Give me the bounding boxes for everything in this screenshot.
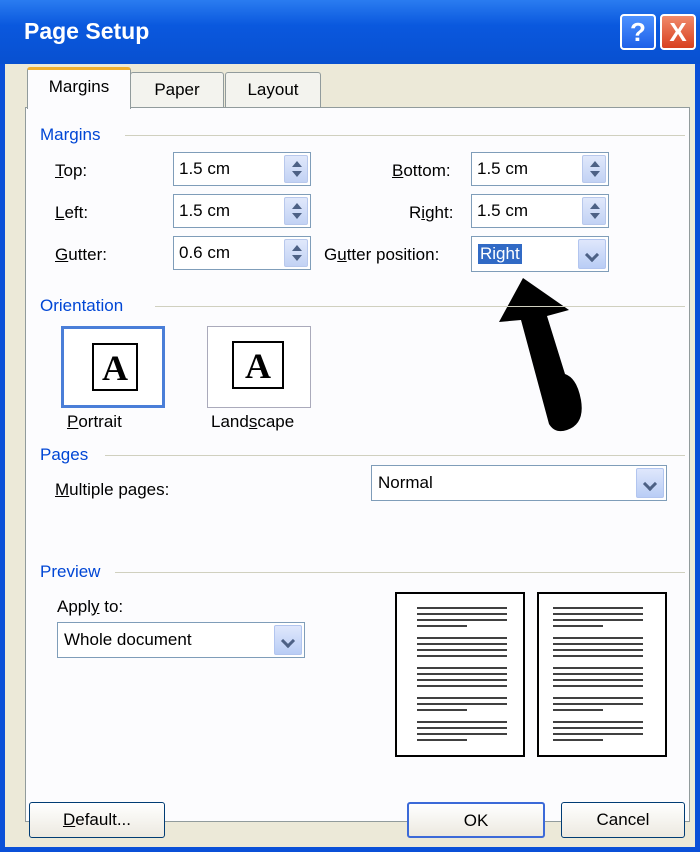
preview-text-lines <box>553 607 643 741</box>
ok-button[interactable]: OK <box>407 802 545 838</box>
gutter-position-value[interactable]: Right <box>478 244 522 264</box>
pages-heading: Pages <box>40 445 89 464</box>
spin-arrows-icon[interactable] <box>582 197 606 225</box>
margins-heading: Margins <box>40 125 101 144</box>
apply-to-label: Apply to: <box>57 597 124 616</box>
portrait-label: Portrait <box>67 412 122 431</box>
right-margin-value[interactable]: 1.5 cm <box>477 201 528 221</box>
multiple-pages-label: Multiple pages: <box>55 480 170 499</box>
help-icon[interactable]: ? <box>620 14 656 50</box>
orientation-heading: Orientation <box>40 296 124 315</box>
preview-page-left <box>395 592 525 757</box>
chevron-down-icon[interactable] <box>578 239 606 269</box>
multiple-pages-dropdown[interactable]: Normal <box>371 465 667 501</box>
divider <box>105 455 685 456</box>
divider <box>125 135 685 136</box>
gutter-position-dropdown[interactable]: Right <box>471 236 609 272</box>
tab-paper[interactable]: Paper <box>130 72 224 108</box>
landscape-option[interactable]: A <box>207 326 311 408</box>
title-bar[interactable]: Page Setup ? X <box>0 0 700 64</box>
pointer-arrow-annotation <box>499 278 582 432</box>
top-label: Top: <box>55 161 88 180</box>
apply-to-dropdown[interactable]: Whole document <box>57 622 305 658</box>
chevron-down-icon[interactable] <box>636 468 664 498</box>
apply-to-value[interactable]: Whole document <box>64 630 192 650</box>
cancel-button[interactable]: Cancel <box>561 802 685 838</box>
preview-heading: Preview <box>40 562 101 581</box>
left-margin-value[interactable]: 1.5 cm <box>179 201 230 221</box>
portrait-option[interactable]: A <box>61 326 165 408</box>
default-button[interactable]: Default... <box>29 802 165 838</box>
tab-layout[interactable]: Layout <box>225 72 321 108</box>
right-margin-spinner[interactable]: 1.5 cm <box>471 194 609 228</box>
chevron-down-icon[interactable] <box>274 625 302 655</box>
left-margin-spinner[interactable]: 1.5 cm <box>173 194 311 228</box>
dialog-body: Margins Paper Layout Margins Top: 1.5 cm… <box>5 64 695 847</box>
close-icon[interactable]: X <box>660 14 696 50</box>
gutter-label: Gutter: <box>55 245 107 264</box>
gutter-value[interactable]: 0.6 cm <box>179 243 230 263</box>
preview-text-lines <box>417 607 507 741</box>
spin-arrows-icon[interactable] <box>284 197 308 225</box>
top-margin-value[interactable]: 1.5 cm <box>179 159 230 179</box>
window-title: Page Setup <box>24 18 150 44</box>
tab-margins[interactable]: Margins <box>27 67 131 109</box>
gutter-spinner[interactable]: 0.6 cm <box>173 236 311 270</box>
multiple-pages-value[interactable]: Normal <box>378 473 433 493</box>
preview-page-right <box>537 592 667 757</box>
gutter-position-label: Gutter position: <box>324 245 440 264</box>
divider <box>115 572 685 573</box>
portrait-page-icon: A <box>92 343 138 391</box>
divider <box>155 306 685 307</box>
spin-arrows-icon[interactable] <box>582 155 606 183</box>
bottom-margin-value[interactable]: 1.5 cm <box>477 159 528 179</box>
landscape-label: Landscape <box>211 412 295 431</box>
left-label: Left: <box>55 203 89 222</box>
page-setup-dialog: Page Setup ? X Margins Paper Layout Marg… <box>0 0 700 852</box>
landscape-page-icon: A <box>232 341 284 389</box>
spin-arrows-icon[interactable] <box>284 239 308 267</box>
bottom-margin-spinner[interactable]: 1.5 cm <box>471 152 609 186</box>
top-margin-spinner[interactable]: 1.5 cm <box>173 152 311 186</box>
spin-arrows-icon[interactable] <box>284 155 308 183</box>
right-label: Right: <box>409 203 454 222</box>
bottom-label: Bottom: <box>392 161 451 180</box>
